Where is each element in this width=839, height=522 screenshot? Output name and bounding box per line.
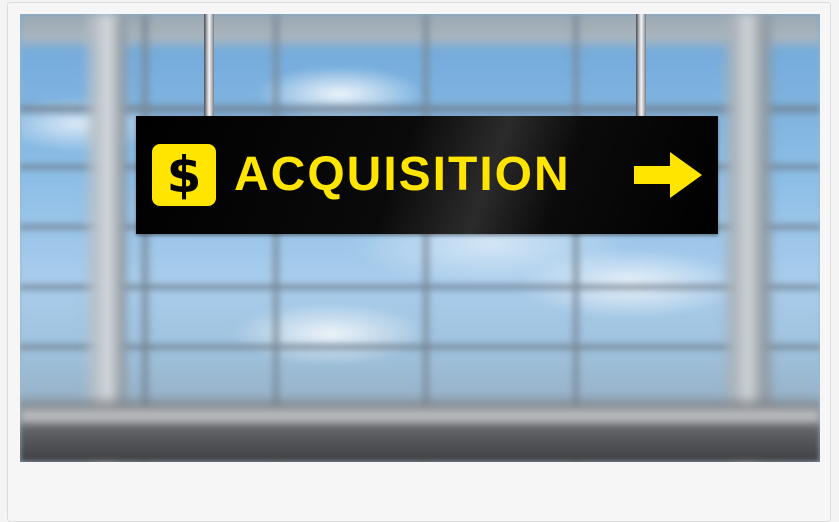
railing: [20, 409, 820, 423]
dollar-icon: $: [152, 144, 216, 206]
floor: [20, 394, 820, 462]
hero-photo: $ ACQUISITION: [20, 14, 820, 462]
hanging-rod-left: [204, 14, 214, 118]
right-arrow-icon: [634, 152, 702, 198]
acquisition-sign: $ ACQUISITION: [136, 116, 718, 234]
hanging-rod-right: [636, 14, 646, 118]
sign-text: ACQUISITION: [234, 148, 571, 201]
